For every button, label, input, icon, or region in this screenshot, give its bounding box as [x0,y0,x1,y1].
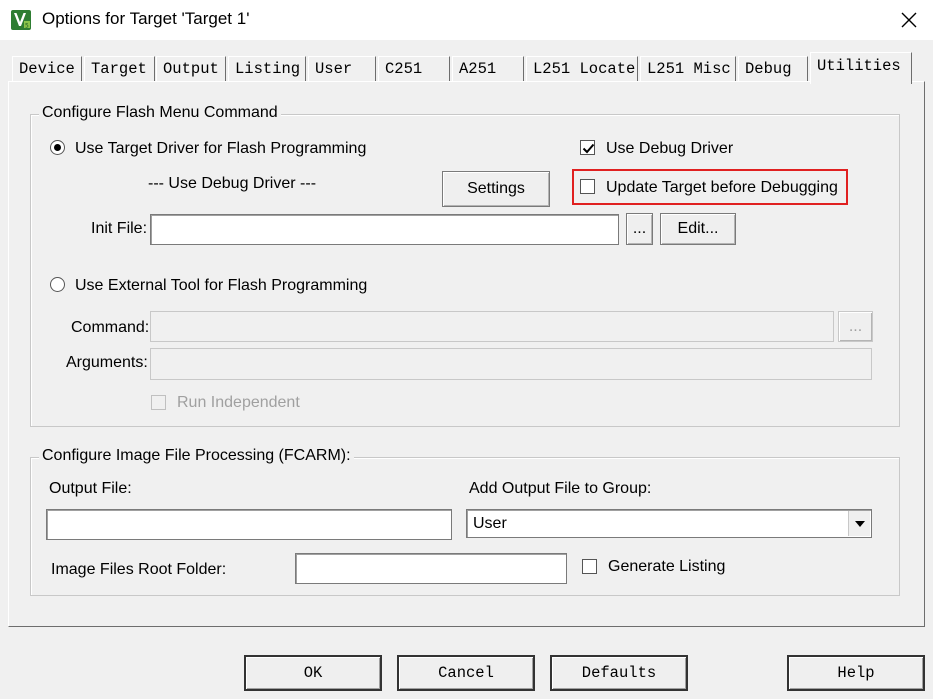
add-output-group-label: Add Output File to Group: [469,480,652,497]
checkmark-icon [582,143,595,154]
run-independent-checkbox[interactable] [151,395,166,410]
edit-button[interactable]: Edit... [660,213,736,245]
settings-button[interactable]: Settings [442,171,550,207]
tab-listing[interactable]: Listing [228,56,306,82]
arguments-label: Arguments: [66,354,148,371]
ok-button[interactable]: OK [244,655,382,691]
use-debug-driver-label: Use Debug Driver [606,140,734,157]
tab-target[interactable]: Target [84,56,155,82]
use-external-tool-label: Use External Tool for Flash Programming [75,277,368,294]
radio-dot [54,144,61,151]
tab-utilities[interactable]: Utilities [810,52,912,84]
tab-debug[interactable]: Debug [738,56,808,82]
svg-text:5: 5 [25,23,29,30]
use-target-driver-radio[interactable] [50,140,65,155]
tab-a251[interactable]: A251 [452,56,524,82]
use-target-driver-label: Use Target Driver for Flash Programming [75,140,367,157]
root-folder-label: Image Files Root Folder: [51,561,227,578]
close-button[interactable] [893,6,925,34]
keil-uvision-icon: 5 [10,9,32,31]
image-group-title: Configure Image File Processing (FCARM): [39,447,354,465]
window-title: Options for Target 'Target 1' [42,9,250,28]
output-file-label: Output File: [49,480,132,497]
dropdown-button[interactable] [848,511,870,536]
chevron-down-icon [854,520,865,527]
debug-driver-text: --- Use Debug Driver --- [148,175,317,192]
tab-l251-locate[interactable]: L251 Locate [526,56,638,82]
update-target-checkbox[interactable] [580,179,595,194]
defaults-button[interactable]: Defaults [550,655,688,691]
init-file-label: Init File: [91,220,148,237]
init-file-browse-button[interactable]: ... [626,213,653,245]
cancel-button[interactable]: Cancel [397,655,535,691]
command-label: Command: [71,319,150,336]
use-debug-driver-checkbox[interactable] [580,140,595,155]
tab-c251[interactable]: C251 [378,56,450,82]
tab-l251-misc[interactable]: L251 Misc [640,56,736,82]
close-icon [901,12,917,28]
help-button[interactable]: Help [787,655,925,691]
command-browse-button[interactable]: ... [838,311,873,342]
tab-user[interactable]: User [308,56,376,82]
update-target-label: Update Target before Debugging [606,179,838,196]
group-select[interactable]: User [466,509,872,538]
output-file-input[interactable] [46,509,452,540]
group-select-value: User [473,515,507,532]
generate-listing-checkbox[interactable] [582,559,597,574]
use-external-tool-radio[interactable] [50,277,65,292]
flash-group-title: Configure Flash Menu Command [39,104,281,122]
command-input[interactable] [150,311,834,342]
tab-device[interactable]: Device [12,56,82,82]
init-file-input[interactable] [150,214,619,245]
root-folder-input[interactable] [295,553,567,584]
arguments-input[interactable] [150,348,872,380]
flash-menu-group: Configure Flash Menu Command [30,104,900,427]
tab-output[interactable]: Output [156,56,226,82]
run-independent-label: Run Independent [177,394,300,411]
generate-listing-label: Generate Listing [608,558,726,575]
